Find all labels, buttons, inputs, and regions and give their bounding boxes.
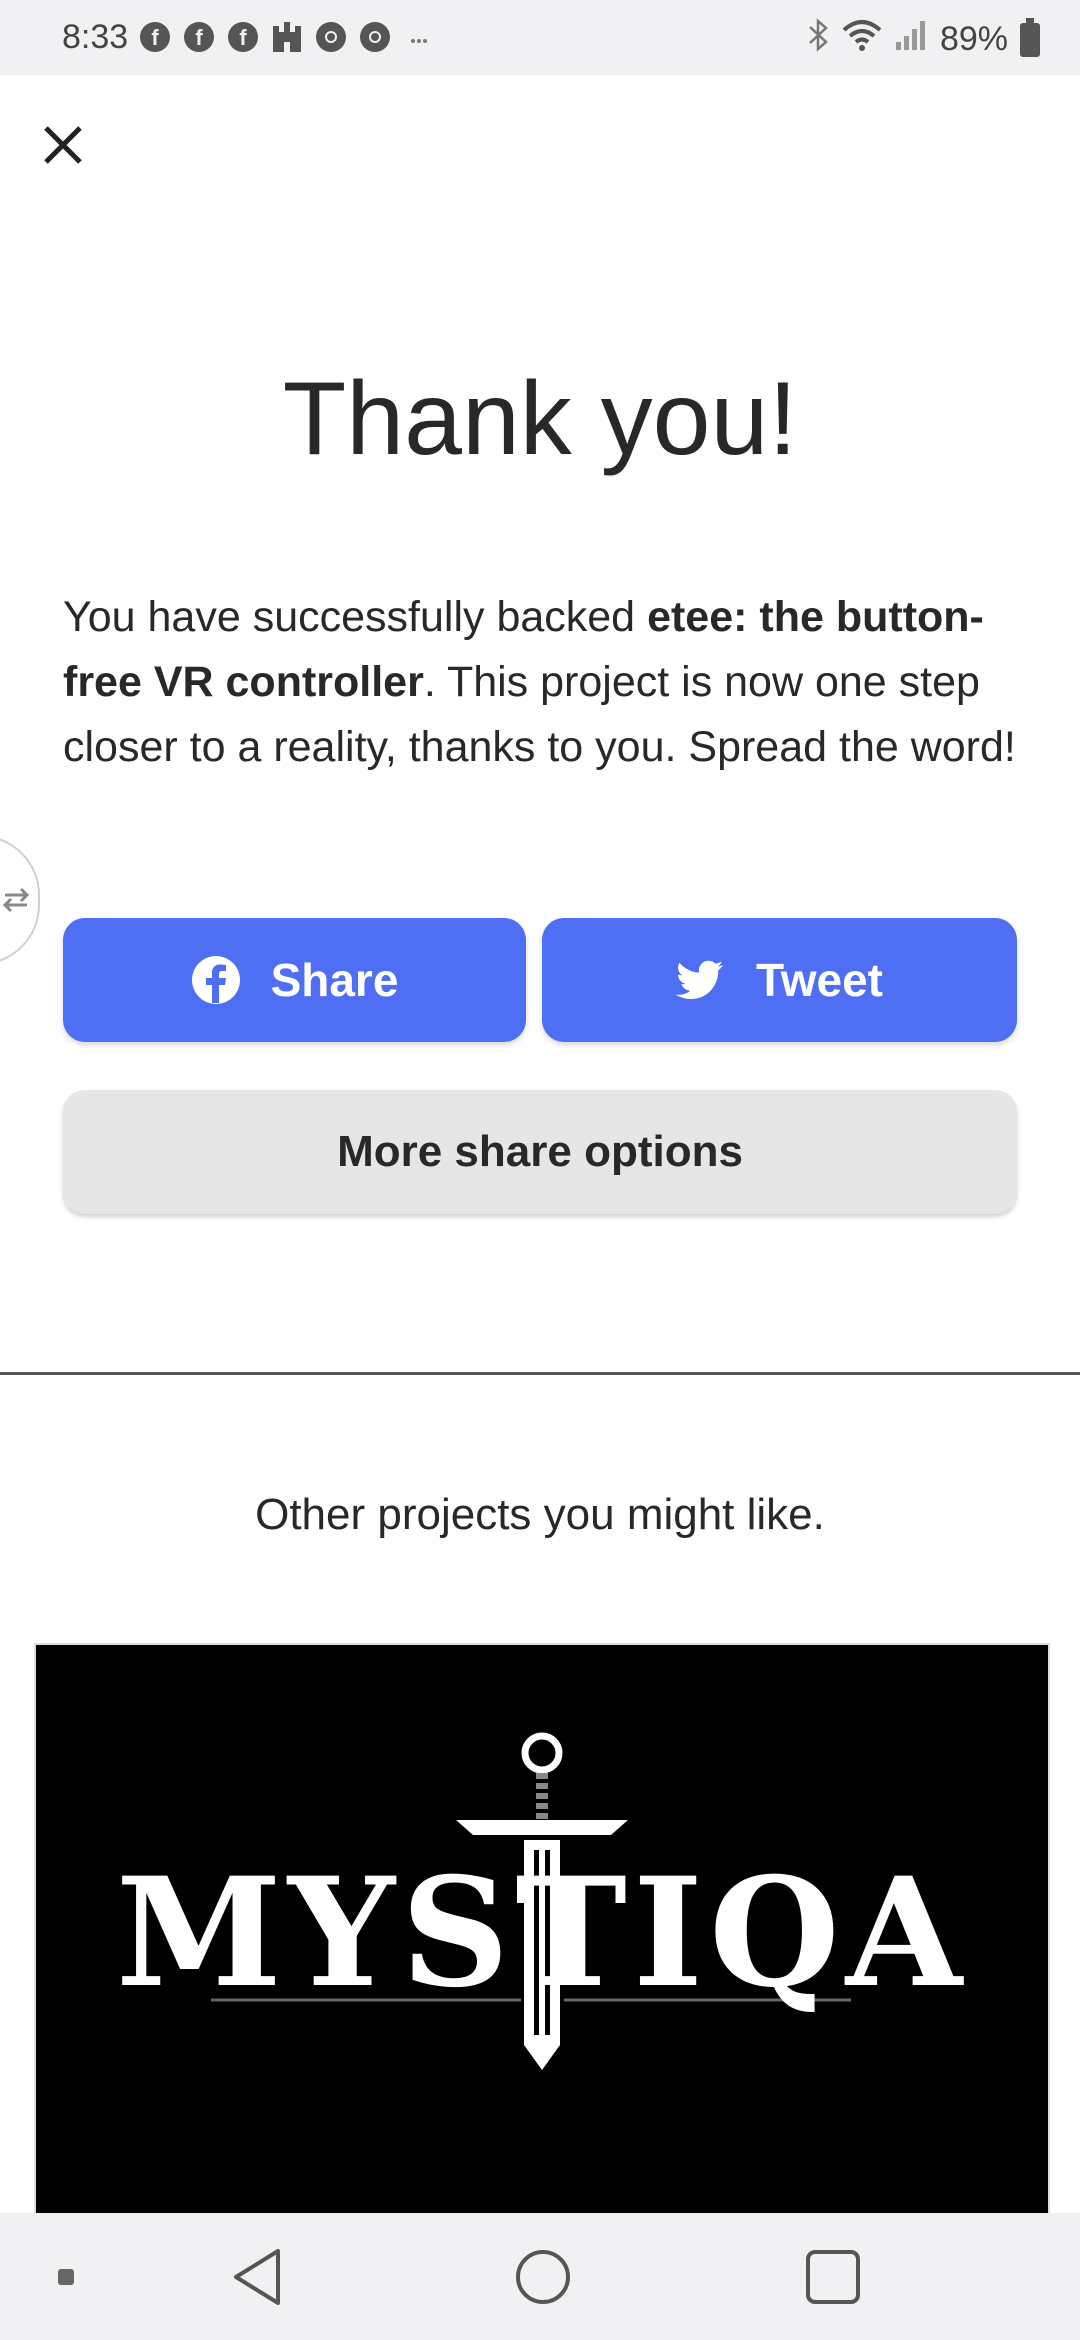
more-dots-icon [402,20,436,54]
back-icon[interactable] [234,2249,280,2305]
facebook-icon [191,956,240,1004]
status-bar: 8:33 f f f 89% [0,0,1080,75]
chrome-icon [314,20,348,54]
swap-arrows-icon [2,887,30,913]
status-time: 8:33 [62,18,129,56]
home-icon[interactable] [516,2250,570,2304]
overview-icon[interactable] [806,2250,860,2304]
close-icon [44,126,82,164]
page-title: Thank you! [282,361,798,477]
project-logo-text: MYSTIQA [36,1845,1048,2021]
svg-text:f: f [239,25,247,50]
close-button[interactable] [40,122,86,168]
svg-text:f: f [151,25,159,50]
section-divider [0,1372,1080,1375]
wifi-icon [842,18,882,61]
castle-icon [270,20,304,54]
facebook-icon: f [138,20,172,54]
svg-text:f: f [195,25,203,50]
twitter-icon [676,960,724,999]
battery-icon [1020,17,1040,57]
notification-icons: f f f [138,20,436,54]
twitter-tweet-button[interactable]: Tweet [542,918,1017,1042]
more-share-options-button[interactable]: More share options [63,1090,1017,1214]
tweet-label: Tweet [756,954,883,1006]
success-message: You have successfully backed etee: the b… [63,585,1023,780]
signal-icon [894,18,928,61]
recommendations-heading: Other projects you might like. [255,1490,825,1539]
chrome-icon [358,20,392,54]
logo-text: MYSTIQA [115,1845,969,2021]
facebook-icon: f [182,20,216,54]
system-nav-bar [0,2213,1080,2340]
recommended-project-image[interactable]: MYSTIQA [34,1643,1050,2217]
facebook-icon: f [226,20,260,54]
facebook-share-button[interactable]: Share [63,918,526,1042]
status-right: 89% [806,17,1040,61]
recents-dot-icon[interactable] [58,2269,74,2285]
message-text-pre: You have successfully backed [63,593,648,641]
bluetooth-icon [806,18,830,61]
share-label: Share [270,954,399,1006]
side-swap-handle[interactable] [0,835,40,965]
battery-percentage: 89% [939,20,1008,58]
